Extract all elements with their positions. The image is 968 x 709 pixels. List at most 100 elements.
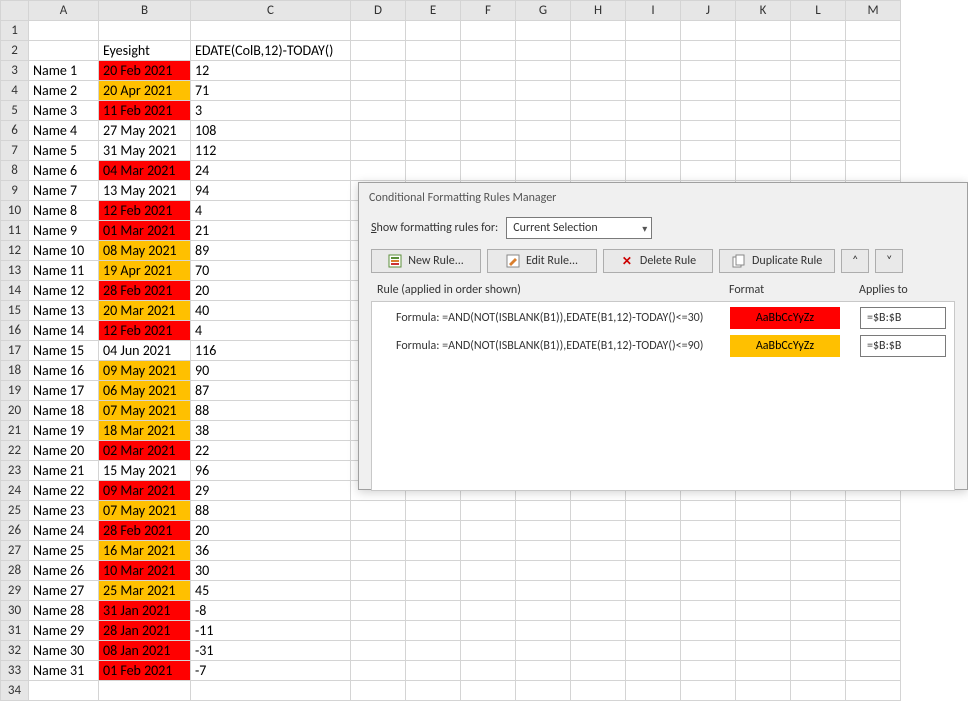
row-header-16[interactable]: 16 <box>1 321 29 341</box>
cell-E28[interactable] <box>406 561 461 581</box>
cell-B28[interactable]: 10 Mar 2021 <box>99 561 191 581</box>
cell-B17[interactable]: 04 Jun 2021 <box>99 341 191 361</box>
cell-B32[interactable]: 08 Jan 2021 <box>99 641 191 661</box>
cell-G7[interactable] <box>516 141 571 161</box>
cell-M27[interactable] <box>846 541 901 561</box>
row-header-31[interactable]: 31 <box>1 621 29 641</box>
cell-L6[interactable] <box>791 121 846 141</box>
cell-A34[interactable] <box>29 681 99 701</box>
cell-M31[interactable] <box>846 621 901 641</box>
cell-B30[interactable]: 31 Jan 2021 <box>99 601 191 621</box>
cell-E33[interactable] <box>406 661 461 681</box>
cell-B22[interactable]: 02 Mar 2021 <box>99 441 191 461</box>
cell-E25[interactable] <box>406 501 461 521</box>
cell-J32[interactable] <box>681 641 736 661</box>
cell-H31[interactable] <box>571 621 626 641</box>
cell-C32[interactable]: -31 <box>191 641 351 661</box>
cell-G5[interactable] <box>516 101 571 121</box>
cell-E8[interactable] <box>406 161 461 181</box>
row-header-27[interactable]: 27 <box>1 541 29 561</box>
cell-J1[interactable] <box>681 21 736 41</box>
cell-C25[interactable]: 88 <box>191 501 351 521</box>
row-header-28[interactable]: 28 <box>1 561 29 581</box>
cell-C19[interactable]: 87 <box>191 381 351 401</box>
cell-A7[interactable]: Name 5 <box>29 141 99 161</box>
cell-K34[interactable] <box>736 681 791 701</box>
cell-K5[interactable] <box>736 101 791 121</box>
row-header-3[interactable]: 3 <box>1 61 29 81</box>
cell-A5[interactable]: Name 3 <box>29 101 99 121</box>
cell-D30[interactable] <box>351 601 406 621</box>
cell-C17[interactable]: 116 <box>191 341 351 361</box>
cell-C14[interactable]: 20 <box>191 281 351 301</box>
cell-A32[interactable]: Name 30 <box>29 641 99 661</box>
cell-J31[interactable] <box>681 621 736 641</box>
cell-C5[interactable]: 3 <box>191 101 351 121</box>
row-header-34[interactable]: 34 <box>1 681 29 701</box>
cell-M1[interactable] <box>846 21 901 41</box>
row-header-18[interactable]: 18 <box>1 361 29 381</box>
row-header-33[interactable]: 33 <box>1 661 29 681</box>
cell-I34[interactable] <box>626 681 681 701</box>
cell-B26[interactable]: 28 Feb 2021 <box>99 521 191 541</box>
cell-C3[interactable]: 12 <box>191 61 351 81</box>
cell-J27[interactable] <box>681 541 736 561</box>
cell-G33[interactable] <box>516 661 571 681</box>
cell-K4[interactable] <box>736 81 791 101</box>
cell-K6[interactable] <box>736 121 791 141</box>
cell-B21[interactable]: 18 Mar 2021 <box>99 421 191 441</box>
row-header-23[interactable]: 23 <box>1 461 29 481</box>
cell-B14[interactable]: 28 Feb 2021 <box>99 281 191 301</box>
cell-M25[interactable] <box>846 501 901 521</box>
cell-G3[interactable] <box>516 61 571 81</box>
new-rule-button[interactable]: New Rule... <box>371 249 481 273</box>
cell-E4[interactable] <box>406 81 461 101</box>
cell-D3[interactable] <box>351 61 406 81</box>
cell-C28[interactable]: 30 <box>191 561 351 581</box>
cell-H30[interactable] <box>571 601 626 621</box>
cell-B7[interactable]: 31 May 2021 <box>99 141 191 161</box>
cell-C21[interactable]: 38 <box>191 421 351 441</box>
cell-M4[interactable] <box>846 81 901 101</box>
cell-I27[interactable] <box>626 541 681 561</box>
cell-D29[interactable] <box>351 581 406 601</box>
cell-E3[interactable] <box>406 61 461 81</box>
cell-B29[interactable]: 25 Mar 2021 <box>99 581 191 601</box>
cell-K32[interactable] <box>736 641 791 661</box>
cell-D34[interactable] <box>351 681 406 701</box>
cell-D31[interactable] <box>351 621 406 641</box>
duplicate-rule-button[interactable]: Duplicate Rule <box>719 249 835 273</box>
cell-F31[interactable] <box>461 621 516 641</box>
cell-B25[interactable]: 07 May 2021 <box>99 501 191 521</box>
cell-K3[interactable] <box>736 61 791 81</box>
cell-K30[interactable] <box>736 601 791 621</box>
cell-F1[interactable] <box>461 21 516 41</box>
cell-B31[interactable]: 28 Jan 2021 <box>99 621 191 641</box>
cell-A18[interactable]: Name 16 <box>29 361 99 381</box>
column-header-G[interactable]: G <box>516 1 571 21</box>
cell-M2[interactable] <box>846 41 901 61</box>
cell-I4[interactable] <box>626 81 681 101</box>
cell-B34[interactable] <box>99 681 191 701</box>
row-header-21[interactable]: 21 <box>1 421 29 441</box>
cell-F34[interactable] <box>461 681 516 701</box>
cell-A10[interactable]: Name 8 <box>29 201 99 221</box>
cell-I33[interactable] <box>626 661 681 681</box>
cell-C34[interactable] <box>191 681 351 701</box>
cell-A6[interactable]: Name 4 <box>29 121 99 141</box>
cell-F25[interactable] <box>461 501 516 521</box>
cell-A1[interactable] <box>29 21 99 41</box>
cell-C27[interactable]: 36 <box>191 541 351 561</box>
cell-G27[interactable] <box>516 541 571 561</box>
cell-I29[interactable] <box>626 581 681 601</box>
cell-H33[interactable] <box>571 661 626 681</box>
cell-L29[interactable] <box>791 581 846 601</box>
row-header-8[interactable]: 8 <box>1 161 29 181</box>
column-header-K[interactable]: K <box>736 1 791 21</box>
column-header-I[interactable]: I <box>626 1 681 21</box>
column-header-C[interactable]: C <box>191 1 351 21</box>
cell-G25[interactable] <box>516 501 571 521</box>
cell-M29[interactable] <box>846 581 901 601</box>
column-header-J[interactable]: J <box>681 1 736 21</box>
cell-M32[interactable] <box>846 641 901 661</box>
